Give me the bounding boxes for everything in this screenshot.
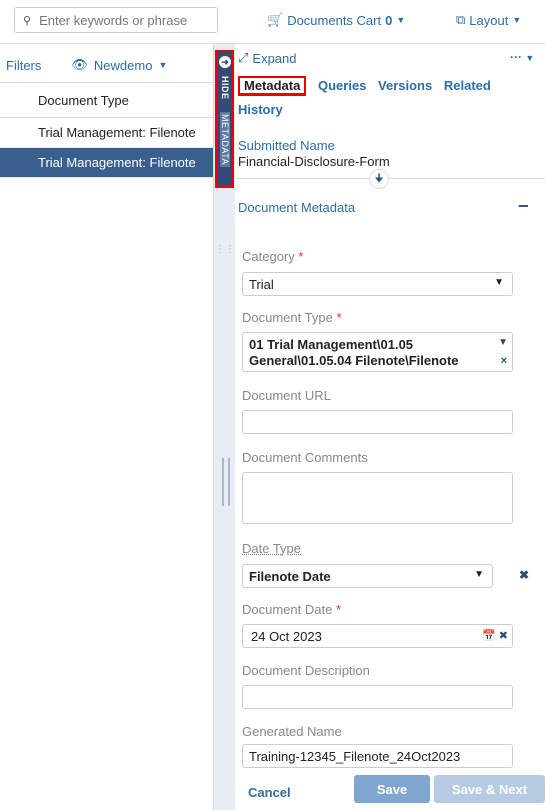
submitted-name-value: Financial-Disclosure-Form	[238, 154, 390, 169]
expand-label: Expand	[252, 50, 297, 66]
view-label: Newdemo	[93, 57, 153, 73]
tab-versions[interactable]: Versions	[378, 78, 432, 93]
required-mark: *	[335, 602, 342, 617]
section-title: Document Metadata	[238, 200, 356, 215]
metadata-panel: ⤢ Expand ··· ▼ Metadata Queries Versions…	[236, 44, 545, 810]
clear-date-type-icon[interactable]: ✖	[519, 568, 529, 582]
expand-icon: ⤢	[238, 50, 249, 65]
document-type-field[interactable]: 01 Trial Management\01.05 General\01.05.…	[242, 332, 513, 372]
document-list-panel: Filters 👁 Newdemo ▼ Document Type Trial …	[0, 44, 214, 810]
generated-name-label: Generated Name	[242, 724, 342, 739]
layout-icon: ⧉	[456, 12, 466, 27]
collapse-button[interactable]: −	[518, 196, 529, 217]
document-type-label: Document Type *	[242, 310, 342, 325]
cancel-button[interactable]: Cancel	[248, 785, 291, 800]
submitted-name-label: Submitted Name	[238, 138, 335, 153]
table-row-selected[interactable]: Trial Management: Filenote	[0, 148, 214, 178]
document-description-input[interactable]	[242, 685, 513, 709]
document-date-value: 24 Oct 2023	[251, 628, 322, 644]
splitter-handle[interactable]	[222, 458, 230, 506]
chevron-down-icon: ▼	[512, 15, 522, 25]
category-value: Trial	[249, 276, 274, 292]
document-url-input[interactable]	[242, 410, 513, 434]
resize-handle-icon[interactable]: ⋮⋮	[215, 244, 235, 255]
required-mark: *	[298, 249, 304, 264]
tag-icon[interactable]: ▼	[498, 335, 508, 351]
date-type-select[interactable]: Filenote Date ▼	[242, 564, 493, 588]
top-toolbar: ⚲ Enter keywords or phrase 🛒 Documents C…	[0, 0, 545, 44]
date-type-value: Filenote Date	[249, 568, 331, 584]
tab-bar: Metadata Queries Versions Related Histor…	[238, 76, 538, 117]
document-description-label: Document Description	[242, 663, 370, 678]
clear-icon[interactable]: ×	[501, 353, 507, 369]
date-type-label: Date Type	[242, 541, 302, 556]
expand-button[interactable]: ⤢ Expand	[238, 50, 297, 66]
filters-button[interactable]: Filters	[6, 58, 41, 73]
view-selector[interactable]: 👁 Newdemo ▼	[71, 57, 167, 73]
calendar-icon[interactable]: 📅 ✖	[482, 629, 508, 642]
generated-name-input[interactable]: Training-12345_Filenote_24Oct2023	[242, 744, 513, 768]
cart-count: 0	[385, 12, 393, 28]
cart-label: Documents Cart	[287, 12, 382, 28]
chevron-down-icon: ▼	[525, 53, 535, 63]
category-label-text: Category	[242, 249, 295, 264]
chevron-down-icon: ▼	[158, 60, 168, 70]
more-label: ···	[510, 50, 522, 64]
hide-metadata-toggle[interactable]: ➜ HIDE METADATA	[215, 50, 234, 188]
tab-related[interactable]: Related	[444, 78, 491, 93]
filter-bar: Filters 👁 Newdemo ▼	[0, 52, 214, 78]
layout-button[interactable]: ⧉ Layout ▼	[456, 12, 521, 28]
search-placeholder: Enter keywords or phrase	[39, 12, 188, 28]
chevron-down-icon: ▼	[474, 569, 484, 580]
eye-icon: 👁	[71, 57, 88, 72]
documents-cart-button[interactable]: 🛒 Documents Cart 0 ▼	[267, 12, 405, 28]
metadata-label[interactable]: METADATA	[220, 112, 230, 167]
document-date-label: Document Date *	[242, 602, 341, 617]
document-date-label-text: Document Date	[242, 602, 333, 617]
cart-icon: 🛒	[267, 12, 284, 27]
document-type-label-text: Document Type	[242, 310, 333, 325]
more-menu-button[interactable]: ··· ▼	[510, 50, 534, 64]
document-comments-textarea[interactable]	[242, 472, 513, 524]
chevron-down-icon: ▼	[396, 15, 406, 25]
document-type-value-line2: General\01.05.04 Filenote\Filenote	[249, 353, 459, 368]
document-comments-label: Document Comments	[242, 450, 368, 465]
table-row[interactable]: Trial Management: Filenote	[0, 118, 214, 148]
document-type-value-line1: 01 Trial Management\01.05	[249, 337, 414, 352]
generated-name-value: Training-12345_Filenote_24Oct2023	[249, 748, 461, 764]
layout-label: Layout	[469, 12, 509, 28]
tab-history[interactable]: History	[238, 102, 530, 117]
column-header-document-type[interactable]: Document Type	[0, 82, 214, 118]
required-mark: *	[336, 310, 342, 325]
document-date-input[interactable]: 24 Oct 2023 📅 ✖	[242, 624, 513, 648]
divider	[236, 178, 545, 179]
arrow-down-icon[interactable]: 🠋	[369, 169, 389, 189]
save-button[interactable]: Save	[354, 775, 430, 803]
tab-queries[interactable]: Queries	[318, 78, 366, 93]
tab-metadata[interactable]: Metadata	[238, 76, 307, 96]
category-label: Category *	[242, 249, 303, 264]
search-input[interactable]: ⚲ Enter keywords or phrase	[14, 7, 218, 33]
arrow-right-icon: ➜	[219, 56, 231, 68]
hide-label[interactable]: HIDE	[220, 76, 230, 100]
category-select[interactable]: Trial ▼	[242, 272, 513, 296]
chevron-down-icon: ▼	[494, 277, 504, 288]
document-url-label: Document URL	[242, 388, 331, 403]
save-and-next-button[interactable]: Save & Next	[434, 775, 545, 803]
search-icon: ⚲	[23, 14, 32, 27]
